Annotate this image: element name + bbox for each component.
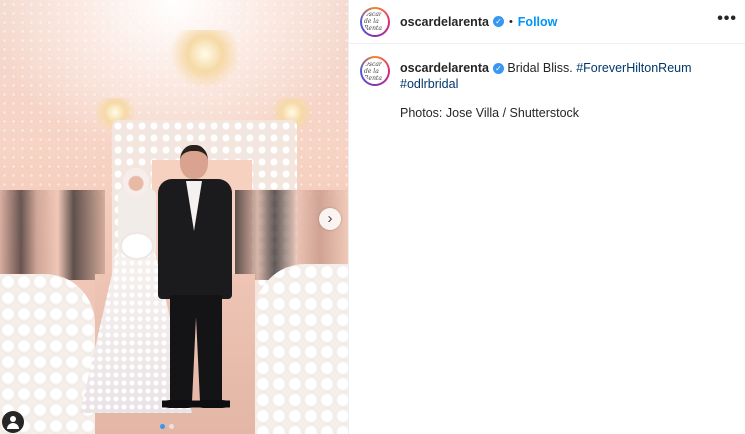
avatar-logo: Oscar de la Renta [362,8,388,35]
instagram-post: › Oscar de la Renta oscardelarenta ✓ • F… [0,0,745,434]
bouquet [122,234,152,258]
post-sidebar: Oscar de la Renta oscardelarenta ✓ • Fol… [348,0,745,434]
caption-body: oscardelarenta ✓ Bridal Bliss. #ForeverHi… [400,60,734,121]
post-header: Oscar de la Renta oscardelarenta ✓ • Fol… [349,0,745,44]
groom-head [180,145,208,179]
bride-head [123,168,149,196]
chandelier [170,30,240,90]
carousel-dot-active [160,424,165,429]
groom-shoes [162,397,230,411]
more-options-icon[interactable]: ••• [717,10,737,28]
follow-button[interactable]: Follow [518,15,558,29]
author-username[interactable]: oscardelarenta [400,15,489,29]
separator-dot: • [508,15,513,28]
carousel-indicator [160,424,174,429]
photo-credit: Photos: Jose Villa / Shutterstock [400,106,580,120]
carousel-next-button[interactable]: › [319,208,341,230]
verified-badge-icon: ✓ [492,63,504,75]
chevron-right-icon: › [327,210,333,227]
author-avatar[interactable]: Oscar de la Renta [360,6,390,37]
user-tags-button[interactable] [2,411,24,433]
caption-username[interactable]: oscardelarenta [400,61,489,75]
tuxedo-trousers [170,295,222,405]
carousel-dot [169,424,174,429]
hashtag-link[interactable]: #ForeverHiltonReum [576,61,691,75]
post-image[interactable]: › [0,0,348,434]
person-icon-body [7,423,19,429]
verified-badge-icon: ✓ [492,16,504,27]
person-icon [10,416,16,422]
caption-text: Bridal Bliss. [507,61,573,75]
avatar-logo: Oscar de la Renta [362,58,388,84]
groom-figure [152,145,238,415]
caption-author-avatar[interactable]: Oscar de la Renta [360,56,390,86]
hashtag-link[interactable]: #odlrbridal [400,77,458,91]
flowers-right [255,264,348,434]
caption-comment: Oscar de la Renta oscardelarenta ✓ Bridal… [349,44,745,121]
